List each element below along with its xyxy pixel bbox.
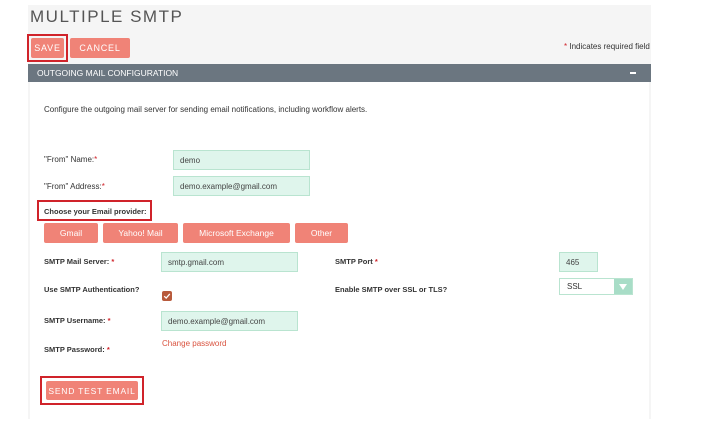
section-header[interactable]: OUTGOING MAIL CONFIGURATION [28,64,651,82]
smtp-password-label: SMTP Password: * [44,345,110,354]
minus-icon[interactable] [630,72,636,74]
provider-gmail-button[interactable]: Gmail [44,223,98,243]
required-note-text: Indicates required field [569,42,650,51]
from-address-input[interactable]: demo.example@gmail.com [173,176,310,196]
provider-exchange-button[interactable]: Microsoft Exchange [183,223,290,243]
section-content [30,82,649,419]
required-star: * [564,42,568,51]
smtp-port-input[interactable]: 465 [559,252,598,272]
provider-other-button[interactable]: Other [295,223,348,243]
smtp-auth-checkbox[interactable] [162,291,172,301]
page-title: MULTIPLE SMTP [30,7,184,26]
from-name-input[interactable]: demo [173,150,310,170]
send-test-highlight [40,376,144,405]
smtp-port-label: SMTP Port * [335,257,378,266]
section-title: OUTGOING MAIL CONFIGURATION [37,68,179,78]
provider-yahoo-button[interactable]: Yahoo! Mail [103,223,178,243]
smtp-username-input[interactable]: demo.example@gmail.com [161,311,298,331]
ssl-label: Enable SMTP over SSL or TLS? [335,285,448,294]
smtp-username-label: SMTP Username: * [44,316,111,325]
smtp-auth-label: Use SMTP Authentication? [44,285,140,294]
from-name-label: "From" Name:* [44,155,98,164]
change-password-link[interactable]: Change password [162,339,226,348]
cancel-button[interactable]: CANCEL [70,38,130,58]
smtp-server-input[interactable]: smtp.gmail.com [161,252,298,272]
provider-label-highlight [37,200,152,221]
required-field-note: * Indicates required field [564,42,650,51]
save-button-highlight [27,34,68,62]
ssl-select[interactable]: SSL [559,278,633,295]
check-icon [163,293,171,300]
section-description: Configure the outgoing mail server for s… [44,105,368,114]
from-address-label: "From" Address:* [44,182,105,191]
chevron-down-icon[interactable] [614,279,632,294]
ssl-select-value: SSL [567,282,583,291]
smtp-server-label: SMTP Mail Server: * [44,257,115,266]
